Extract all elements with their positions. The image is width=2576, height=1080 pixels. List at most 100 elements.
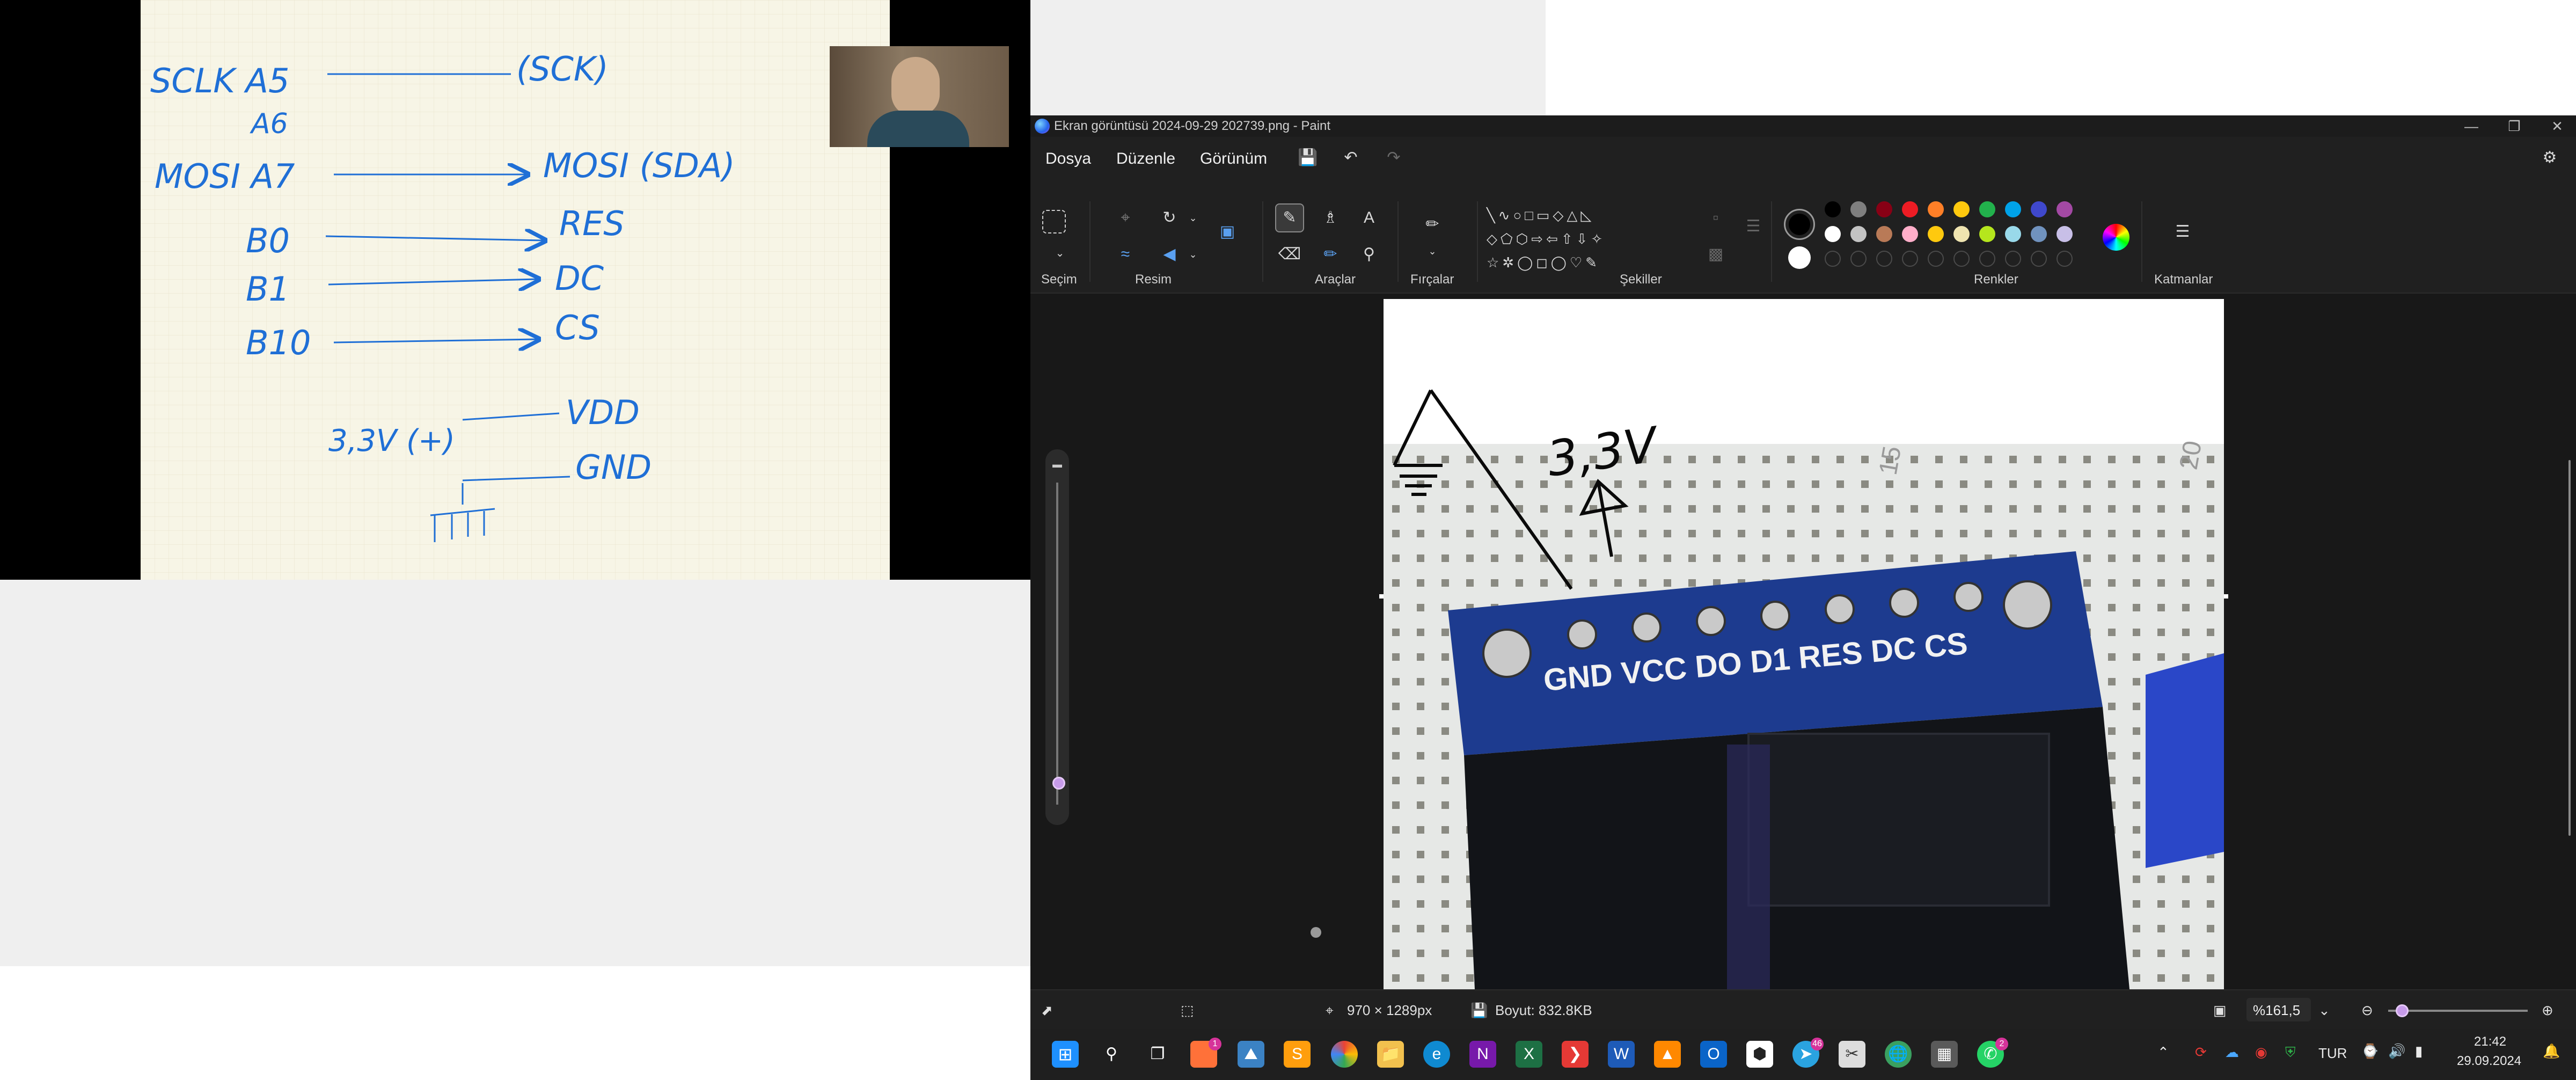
- selection-dropdown-chevron-icon[interactable]: ⌄: [1045, 239, 1074, 268]
- wifi-icon[interactable]: ⌚: [2361, 1043, 2379, 1060]
- color-picker-icon[interactable]: ✏: [1316, 240, 1345, 269]
- vertical-scrollbar[interactable]: [2566, 299, 2573, 981]
- color-swatch[interactable]: [1902, 226, 1918, 242]
- scrollbar-thumb[interactable]: [2568, 460, 2571, 836]
- text-tool-icon[interactable]: A: [1355, 203, 1384, 232]
- edge-icon[interactable]: e: [1423, 1041, 1450, 1068]
- clock-time[interactable]: 21:42: [2474, 1034, 2506, 1049]
- anydesk-icon[interactable]: ❯: [1562, 1041, 1589, 1068]
- color-1-frame[interactable]: [1784, 209, 1815, 240]
- custom-color-slot[interactable]: [1928, 251, 1944, 267]
- flip-dropdown-chevron-icon[interactable]: ⌄: [1179, 240, 1208, 269]
- layers-icon[interactable]: ☰: [2168, 217, 2197, 246]
- color-swatch[interactable]: [1902, 201, 1918, 217]
- color-swatch[interactable]: [2031, 226, 2047, 242]
- whatsapp-icon[interactable]: ✆ 2: [1977, 1038, 2008, 1068]
- color-swatch[interactable]: [1928, 226, 1944, 242]
- color-swatch[interactable]: [1850, 201, 1867, 217]
- undo-icon[interactable]: ↶: [1336, 143, 1365, 172]
- color-swatch[interactable]: [1979, 201, 1995, 217]
- shape-size-icon[interactable]: ☰: [1739, 212, 1768, 241]
- custom-color-slot[interactable]: [1876, 251, 1892, 267]
- custom-color-slot[interactable]: [1825, 251, 1841, 267]
- app-icon[interactable]: ⬢: [1746, 1041, 1773, 1068]
- vertical-zoom-slider[interactable]: ▬: [1045, 449, 1069, 825]
- shapes-gallery[interactable]: ╲∿○□▭◇△◺ ◇⬠⬡⇨⇦⇧⇩✧ ☆✲◯◻◯♡✎: [1487, 203, 1685, 271]
- menu-file[interactable]: Dosya: [1045, 150, 1091, 168]
- menu-edit[interactable]: Düzenle: [1116, 150, 1175, 168]
- custom-color-slot[interactable]: [1850, 251, 1867, 267]
- word-icon[interactable]: W: [1608, 1041, 1635, 1068]
- outlook-icon[interactable]: O: [1700, 1041, 1727, 1068]
- start-windows-icon[interactable]: ⊞: [1052, 1041, 1079, 1068]
- redo-icon[interactable]: ↷: [1379, 143, 1408, 172]
- onenote-icon[interactable]: N: [1469, 1041, 1496, 1068]
- excel-icon[interactable]: X: [1516, 1041, 1542, 1068]
- color-swatch[interactable]: [1876, 226, 1892, 242]
- custom-color-slot[interactable]: [1953, 251, 1970, 267]
- fill-bucket-icon[interactable]: ♗: [1316, 203, 1345, 232]
- edit-colors-icon[interactable]: [2103, 224, 2129, 251]
- custom-color-slot[interactable]: [1902, 251, 1918, 267]
- volume-icon[interactable]: 🔊: [2388, 1043, 2405, 1060]
- zoom-slider[interactable]: [2388, 1004, 2528, 1017]
- calculator-icon[interactable]: ▦: [1931, 1041, 1958, 1068]
- shape-outline-icon[interactable]: ▫: [1701, 203, 1730, 232]
- tray-onedrive-icon[interactable]: ☁: [2225, 1044, 2239, 1061]
- color-swatch[interactable]: [2005, 226, 2021, 242]
- color-swatch[interactable]: [1953, 226, 1970, 242]
- title-bar[interactable]: Ekran görüntüsü 2024-09-29 202739.png - …: [1030, 115, 2576, 137]
- zoom-chevron-down-icon[interactable]: ⌄: [2318, 1002, 2330, 1019]
- color-swatch[interactable]: [1850, 226, 1867, 242]
- zoom-out-icon[interactable]: ⊖: [2361, 1002, 2373, 1019]
- zoom-in-icon[interactable]: ⊕: [2542, 1002, 2553, 1019]
- resize-skew-icon[interactable]: ≈: [1111, 240, 1140, 269]
- color-swatch[interactable]: [1953, 201, 1970, 217]
- eraser-icon[interactable]: ⌫: [1275, 240, 1304, 269]
- snipping-tool-icon[interactable]: ✂: [1839, 1041, 1865, 1068]
- image-background-remove-icon[interactable]: ▣: [1213, 217, 1242, 246]
- color-swatch[interactable]: [2031, 201, 2047, 217]
- custom-color-slot[interactable]: [2057, 251, 2073, 267]
- custom-color-slot[interactable]: [1979, 251, 1995, 267]
- shape-fill-icon[interactable]: ▩: [1701, 240, 1730, 269]
- color-swatch[interactable]: [1979, 226, 1995, 242]
- vlc-icon[interactable]: ▲: [1654, 1041, 1681, 1068]
- brushes-dropdown-chevron-icon[interactable]: ⌄: [1418, 237, 1447, 266]
- resize-handle-right[interactable]: [2224, 594, 2228, 599]
- color-swatch[interactable]: [1876, 201, 1892, 217]
- canvas-image[interactable]: 15 20 GND VCC DO D1 RES DC CS 3,3V: [1384, 299, 2224, 989]
- restore-icon[interactable]: ❐: [2490, 115, 2538, 137]
- color-swatch[interactable]: [1825, 226, 1841, 242]
- crop-icon[interactable]: ⌖: [1111, 203, 1140, 232]
- tray-app-icon[interactable]: ◉: [2255, 1044, 2267, 1061]
- telegram-icon[interactable]: ➤ 46: [1792, 1038, 1824, 1068]
- minimize-icon[interactable]: —: [2447, 115, 2496, 137]
- brushes-icon[interactable]: ✏: [1418, 210, 1447, 239]
- zoom-level-dropdown[interactable]: %161,5: [2246, 998, 2311, 1021]
- chrome-icon[interactable]: [1331, 1041, 1358, 1068]
- color-swatch[interactable]: [1825, 201, 1841, 217]
- resize-dropdown-chevron-icon[interactable]: ⌄: [1179, 203, 1208, 232]
- settings-gear-icon[interactable]: ⚙: [2535, 143, 2564, 172]
- custom-color-slot[interactable]: [2031, 251, 2047, 267]
- battery-icon[interactable]: ▮: [2415, 1043, 2423, 1060]
- custom-color-slot[interactable]: [2005, 251, 2021, 267]
- zoom-slider-thumb[interactable]: [1052, 777, 1065, 790]
- search-icon[interactable]: ⚲: [1098, 1041, 1125, 1068]
- pencil-icon[interactable]: ✎: [1275, 203, 1304, 232]
- tray-language[interactable]: TUR: [2318, 1045, 2347, 1062]
- clock-date[interactable]: 29.09.2024: [2457, 1054, 2521, 1069]
- tray-security-icon[interactable]: ⛨: [2285, 1044, 2296, 1061]
- resize-handle-left[interactable]: [1379, 594, 1384, 599]
- current-color-2[interactable]: [1788, 246, 1811, 269]
- firefox-icon[interactable]: 1: [1190, 1038, 1221, 1068]
- zoom-slider-knob[interactable]: [2396, 1004, 2409, 1017]
- tray-sync-icon[interactable]: ⟳: [2195, 1044, 2207, 1061]
- task-view-icon[interactable]: ❐: [1144, 1041, 1171, 1068]
- rectangle-select-icon[interactable]: [1042, 210, 1066, 233]
- magnifier-icon[interactable]: ⚲: [1355, 240, 1384, 269]
- photos-icon[interactable]: ⛰: [1238, 1041, 1264, 1068]
- save-icon[interactable]: 💾: [1293, 143, 1322, 172]
- color-swatch[interactable]: [2057, 201, 2073, 217]
